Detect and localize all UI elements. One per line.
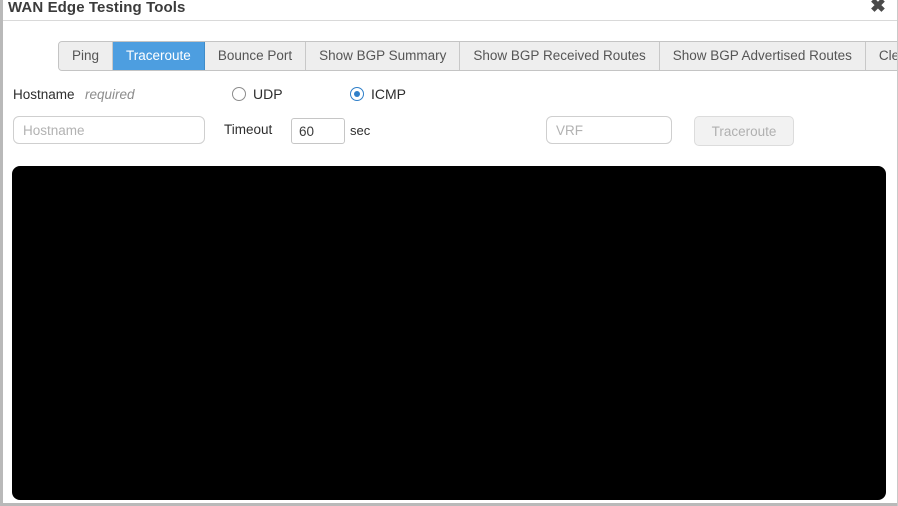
wan-edge-testing-tools-dialog: WAN Edge Testing Tools ✖ Ping Traceroute B… [0,0,898,506]
traceroute-submit-button[interactable]: Traceroute [694,116,794,146]
timeout-label: Timeout [224,122,273,137]
timeout-input[interactable] [291,118,345,144]
hostname-required-hint: required [85,87,135,102]
radio-icon-udp[interactable] [232,87,246,101]
protocol-option-udp-label: UDP [253,86,283,102]
radio-icon-icmp[interactable] [350,87,364,101]
timeout-unit-label: sec [350,123,371,138]
page-title: WAN Edge Testing Tools [8,0,186,16]
tool-tab-bounce-port[interactable]: Bounce Port [204,42,307,70]
vrf-input[interactable] [546,116,672,144]
tool-tab-traceroute[interactable]: Traceroute [113,42,205,70]
traceroute-form: Hostname required UDP ICMP Timeout sec T… [3,73,897,165]
hostname-input[interactable] [13,116,205,144]
hostname-label: Hostname [13,87,75,102]
console-output-panel[interactable] [12,166,886,500]
tool-tab-show-bgp-advertised-routes[interactable]: Show BGP Advertised Routes [659,42,866,70]
tool-tab-show-bgp-received-routes[interactable]: Show BGP Received Routes [460,42,660,70]
tools-toolbar: Ping Traceroute Bounce Port Show BGP Summar… [3,21,897,73]
tool-tab-ping[interactable]: Ping [59,42,114,70]
protocol-option-icmp[interactable]: ICMP [350,86,406,102]
console-output-text [12,166,886,182]
tool-tab-clear-bgp[interactable]: Clear BGP [865,42,897,70]
tool-button-group: Ping Traceroute Bounce Port Show BGP Summar… [58,41,897,71]
dialog-titlebar: WAN Edge Testing Tools ✖ [3,0,897,21]
protocol-option-udp[interactable]: UDP [232,86,283,102]
tool-tab-show-bgp-summary[interactable]: Show BGP Summary [306,42,461,70]
protocol-option-icmp-label: ICMP [371,86,406,102]
close-icon[interactable]: ✖ [868,0,888,17]
